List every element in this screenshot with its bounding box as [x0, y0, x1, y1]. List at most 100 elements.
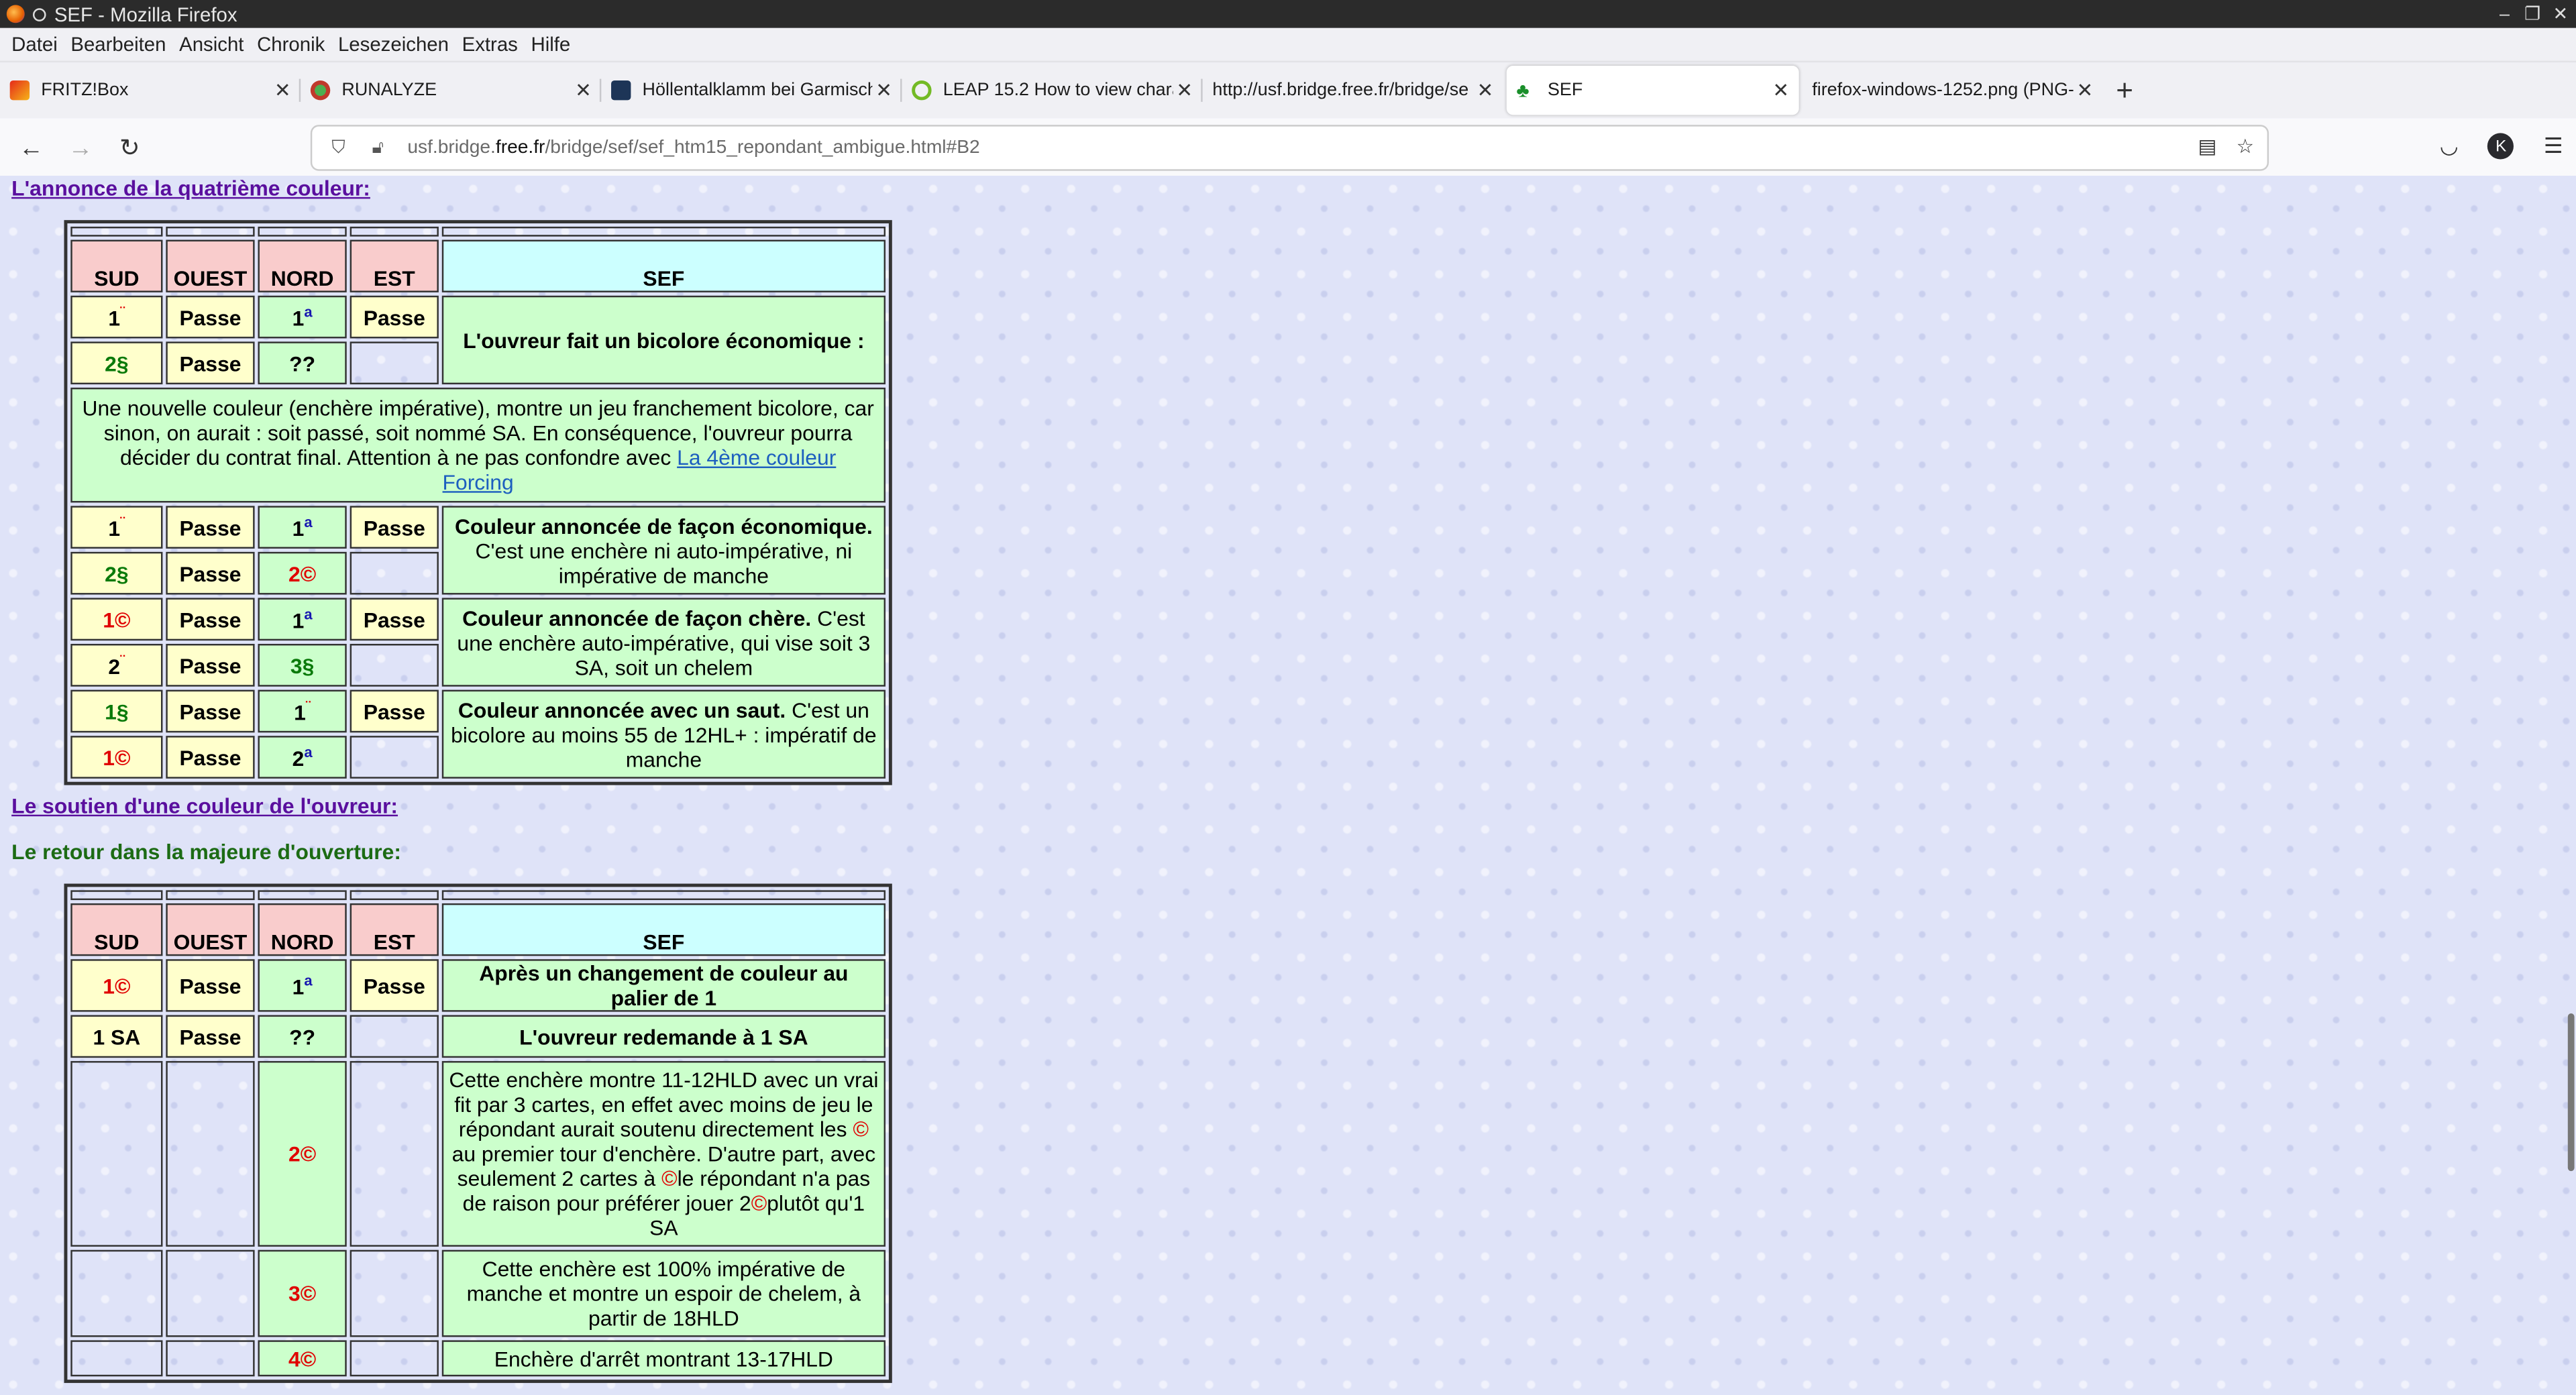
- menu-datei[interactable]: Datei: [11, 33, 58, 56]
- menu-extras[interactable]: Extras: [462, 33, 518, 56]
- description-cell: Cette enchère montre 11-12HLD avec un vr…: [441, 1061, 886, 1247]
- table-row: 1¨ Passe 1a Passe Couleur annoncée de fa…: [70, 506, 886, 595]
- bid-cell: 2§: [70, 341, 163, 385]
- table-row: 1 SA Passe ?? L'ouvreur redemande à 1 SA: [70, 1015, 886, 1058]
- bid-cell: Passe: [166, 689, 255, 733]
- table-row: [70, 226, 886, 237]
- bid-cell: Passe: [350, 598, 439, 641]
- pocket-icon[interactable]: ◡: [2440, 133, 2459, 159]
- forward-icon[interactable]: →: [56, 134, 105, 162]
- close-tab-icon[interactable]: ✕: [271, 79, 294, 102]
- bid-cell: Passe: [350, 295, 439, 339]
- bidding-table-1: SUD OUEST NORD EST SEF 1¨ Passe 1a Passe…: [64, 220, 892, 785]
- reader-view-icon[interactable]: ▤: [2198, 135, 2216, 158]
- menu-lesezeichen[interactable]: Lesezeichen: [338, 33, 449, 56]
- bid-cell: 1©: [70, 736, 163, 779]
- tab-strip: FRITZ!Box ✕ RUNALYZE ✕ Höllentalklamm be…: [0, 62, 2576, 119]
- tab-runalyze[interactable]: RUNALYZE ✕: [301, 66, 602, 115]
- tab-sef[interactable]: ♣ SEF ✕: [1506, 65, 1799, 115]
- url-text[interactable]: usf.bridge.free.fr/bridge/sef/sef_htm15_…: [407, 138, 979, 158]
- header-sud: SUD: [70, 903, 163, 956]
- bid-cell: 1©: [70, 598, 163, 641]
- description-cell: Cette enchère est 100% impérative de man…: [441, 1249, 886, 1337]
- url-bar[interactable]: ⛉ 🔓︎ usf.bridge.free.fr/bridge/sef/sef_h…: [312, 126, 2267, 170]
- tab-label: RUNALYZE: [341, 80, 437, 101]
- back-icon[interactable]: ←: [7, 134, 56, 162]
- empty-cell: [350, 1061, 439, 1247]
- maximize-icon[interactable]: ❐: [2524, 3, 2542, 25]
- tab-leap[interactable]: LEAP 15.2 How to view charac ✕: [902, 66, 1203, 115]
- firefox-window: SEF - Mozilla Firefox – ❐ ✕ Datei Bearbe…: [0, 0, 2576, 1395]
- close-tab-icon[interactable]: ✕: [2074, 79, 2096, 102]
- shield-icon[interactable]: ⛉: [325, 137, 352, 158]
- bid-cell: 1¨: [258, 689, 347, 733]
- table-row: [70, 890, 886, 901]
- bidding-table-2: SUD OUEST NORD EST SEF 1© Passe 1a Passe…: [64, 883, 892, 1384]
- window-controls: – ❐ ✕: [2496, 0, 2576, 28]
- firefox-icon: [6, 5, 25, 23]
- empty-cell: [166, 1061, 255, 1247]
- explanation-cell: Une nouvelle couleur (enchère impérative…: [70, 387, 886, 503]
- heading-soutien-couleur[interactable]: Le soutien d'une couleur de l'ouvreur:: [11, 793, 398, 818]
- tab-firefox-png[interactable]: firefox-windows-1252.png (PNG-G ✕: [1803, 66, 2103, 115]
- description-cell: Après un changement de couleur au palier…: [441, 959, 886, 1012]
- window-title: SEF - Mozilla Firefox: [54, 2, 237, 25]
- bid-cell: Passe: [166, 1015, 255, 1058]
- bid-cell: 2§: [70, 551, 163, 595]
- tab-label: firefox-windows-1252.png (PNG-G: [1812, 80, 2074, 101]
- table-row: 1© Passe 1a Passe Couleur annoncée de fa…: [70, 598, 886, 687]
- heading-quatrieme-couleur[interactable]: L'annonce de la quatrième couleur:: [11, 176, 370, 201]
- window-menu-icon[interactable]: [32, 7, 46, 21]
- close-tab-icon[interactable]: ✕: [1173, 79, 1196, 102]
- bid-cell: Passe: [166, 644, 255, 687]
- empty-cell: [350, 341, 439, 385]
- menu-chronik[interactable]: Chronik: [257, 33, 325, 56]
- menu-bar: Datei Bearbeiten Ansicht Chronik Lesezei…: [0, 27, 2576, 63]
- empty-cell: [166, 1249, 255, 1337]
- close-tab-icon[interactable]: ✕: [1770, 79, 1792, 102]
- tab-fritzbox[interactable]: FRITZ!Box ✕: [0, 66, 301, 115]
- title-bar: SEF - Mozilla Firefox – ❐ ✕: [0, 0, 2576, 28]
- tab-label: http://usf.bridge.free.fr/bridge/se: [1212, 80, 1469, 101]
- tab-usf-bridge[interactable]: http://usf.bridge.free.fr/bridge/se ✕: [1203, 66, 1503, 115]
- header-ouest: OUEST: [166, 239, 255, 292]
- table-row: 2© Cette enchère montre 11-12HLD avec un…: [70, 1061, 886, 1247]
- tab-label: LEAP 15.2 How to view charac: [943, 80, 1173, 101]
- bid-cell: 1¨: [70, 295, 163, 339]
- insecure-lock-icon[interactable]: 🔓︎: [365, 137, 391, 158]
- close-tab-icon[interactable]: ✕: [872, 79, 895, 102]
- empty-cell: [350, 1340, 439, 1377]
- tab-label: FRITZ!Box: [41, 80, 129, 101]
- tab-label: SEF: [1547, 80, 1583, 101]
- empty-cell: [70, 1249, 163, 1337]
- minimize-icon[interactable]: –: [2496, 4, 2514, 23]
- vertical-scrollbar[interactable]: [2567, 1013, 2575, 1172]
- bid-cell: 1¨: [70, 506, 163, 549]
- close-icon[interactable]: ✕: [2551, 3, 2569, 25]
- bid-cell: 2©: [258, 551, 347, 595]
- fritzbox-icon: [9, 80, 30, 101]
- empty-cell: [70, 1340, 163, 1377]
- bid-cell: 2a: [258, 736, 347, 779]
- site-icon: [611, 80, 631, 101]
- header-sef: SEF: [441, 239, 886, 292]
- close-tab-icon[interactable]: ✕: [572, 79, 594, 102]
- bid-cell: 2¨: [70, 644, 163, 687]
- bid-cell: Passe: [350, 959, 439, 1012]
- bookmark-star-icon[interactable]: ☆: [2237, 135, 2254, 158]
- new-tab-button[interactable]: +: [2116, 73, 2133, 107]
- subheading-retour-majeure: Le retour dans la majeure d'ouverture:: [11, 839, 401, 864]
- menu-bearbeiten[interactable]: Bearbeiten: [70, 33, 166, 56]
- menu-hilfe[interactable]: Hilfe: [531, 33, 570, 56]
- account-avatar[interactable]: K: [2487, 133, 2514, 160]
- tab-hoellentalklamm[interactable]: Höllentalklamm bei Garmisch ✕: [601, 66, 902, 115]
- empty-cell: [350, 644, 439, 687]
- bid-cell: 1©: [70, 959, 163, 1012]
- reload-icon[interactable]: ↻: [105, 133, 154, 163]
- empty-cell: [350, 1249, 439, 1337]
- hamburger-menu-icon[interactable]: ☰: [2544, 133, 2563, 159]
- description-cell: Couleur annoncée de façon économique. C'…: [441, 506, 886, 595]
- close-tab-icon[interactable]: ✕: [1474, 79, 1497, 102]
- menu-ansicht[interactable]: Ansicht: [179, 33, 244, 56]
- table-row: 3© Cette enchère est 100% impérative de …: [70, 1249, 886, 1337]
